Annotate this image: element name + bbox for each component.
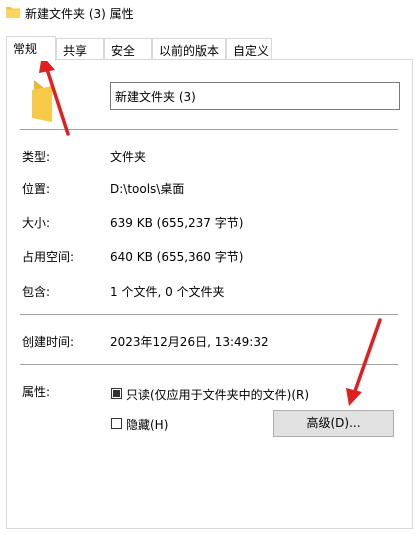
type-value: 文件夹	[110, 150, 147, 164]
window-title: 新建文件夹 (3) 属性	[25, 7, 134, 21]
tab-customize[interactable]: 自定义	[226, 38, 272, 60]
created-value: 2023年12月26日, 13:49:32	[110, 335, 269, 349]
readonly-label[interactable]: 只读(仅应用于文件夹中的文件)(R)	[126, 386, 309, 403]
attributes-label: 属性:	[22, 385, 51, 399]
folder-name-input[interactable]	[110, 82, 400, 110]
hidden-label[interactable]: 隐藏(H)	[126, 416, 168, 433]
size-value: 639 KB (655,237 字节)	[110, 216, 244, 230]
folder-icon	[6, 7, 20, 18]
tab-bar: 常规 共享 安全 以前的版本 自定义	[0, 36, 419, 61]
folder-icon	[32, 80, 52, 122]
size-on-disk-value: 640 KB (655,360 字节)	[110, 250, 244, 264]
separator	[20, 129, 398, 130]
location-label: 位置:	[22, 182, 51, 196]
size-label: 大小:	[22, 216, 51, 230]
created-label: 创建时间:	[22, 335, 75, 349]
title-bar: 新建文件夹 (3) 属性	[0, 0, 419, 28]
contains-value: 1 个文件, 0 个文件夹	[110, 285, 225, 299]
size-on-disk-label: 占用空间:	[22, 250, 75, 264]
tab-general[interactable]: 常规	[6, 36, 56, 61]
location-value: D:\tools\桌面	[110, 182, 185, 196]
readonly-checkbox[interactable]	[111, 388, 122, 399]
type-label: 类型:	[22, 150, 51, 164]
tab-previous-versions[interactable]: 以前的版本	[152, 38, 226, 60]
separator	[20, 364, 398, 365]
tab-sharing[interactable]: 共享	[56, 38, 104, 60]
tab-security[interactable]: 安全	[104, 38, 152, 60]
hidden-checkbox[interactable]	[111, 418, 122, 429]
advanced-button[interactable]: 高级(D)...	[273, 410, 394, 437]
separator	[20, 314, 398, 315]
contains-label: 包含:	[22, 285, 51, 299]
